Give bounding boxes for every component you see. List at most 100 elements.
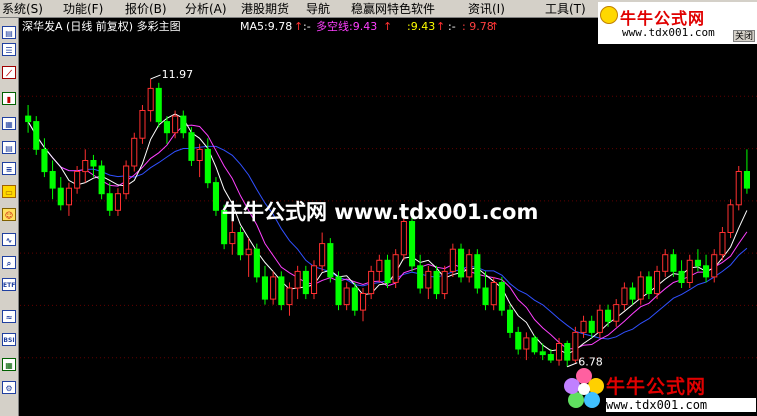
candle-body <box>147 87 154 112</box>
candle-body <box>507 309 514 333</box>
menu-analysis[interactable]: 分析(A) <box>185 1 227 17</box>
candle-body <box>703 265 710 278</box>
candle-body <box>400 221 407 256</box>
candle-body <box>458 248 465 278</box>
candle-body <box>25 115 32 123</box>
ma5-value: MA5:9.78 <box>240 20 293 33</box>
candle-body <box>74 171 81 189</box>
candle-body <box>384 259 391 284</box>
candle-body <box>376 259 383 272</box>
candle-body <box>523 337 530 350</box>
candle-body <box>335 276 342 306</box>
table-icon[interactable]: ▤ <box>2 141 16 154</box>
candle-body <box>498 282 505 311</box>
candle-body <box>245 248 252 256</box>
kline-icon[interactable]: ▮ <box>2 92 16 105</box>
candle-body <box>131 137 138 167</box>
candle-body <box>212 182 219 211</box>
candle-body <box>343 287 350 306</box>
candle-body <box>654 270 661 295</box>
stock-title: 深华发A (日线 前复权) 多彩主图 <box>22 20 181 33</box>
value-4: : 9.78 <box>462 20 494 33</box>
candle-body <box>645 276 653 294</box>
candle-body <box>686 259 693 284</box>
candle-body <box>719 232 726 256</box>
candle-body <box>360 293 367 311</box>
menu-system[interactable]: 系统(S) <box>2 1 43 17</box>
cow-logo-icon <box>600 6 618 24</box>
candle-body <box>270 276 277 300</box>
candle-body <box>57 187 64 206</box>
candle-body <box>580 320 587 333</box>
candle-body <box>327 243 334 278</box>
candle-body <box>33 121 40 150</box>
search-icon[interactable]: ⌕ <box>2 256 16 269</box>
bottom-watermark-url: www.tdx001.com <box>606 398 756 412</box>
candle-body <box>302 270 309 295</box>
menu-tools[interactable]: 工具(T) <box>545 1 586 17</box>
candle-body <box>547 354 554 361</box>
wave-icon[interactable]: ≈ <box>2 310 16 323</box>
candle-body <box>196 148 203 162</box>
flower-logo-icon <box>564 368 604 408</box>
app-window: 系统(S) 功能(F) 报价(B) 分析(A) 港股期货 导航 稳赢网特色软件 … <box>0 0 757 416</box>
candle-body <box>596 309 603 333</box>
candle-body <box>261 276 268 300</box>
line-chart-icon[interactable]: ⟋ <box>2 66 16 79</box>
document-icon[interactable]: ≡ <box>2 162 16 175</box>
candle-body <box>564 343 571 361</box>
candle-body <box>531 337 538 353</box>
settings-icon[interactable]: ⚙ <box>2 381 16 394</box>
menu-special-software[interactable]: 稳赢网特色软件 <box>351 1 435 17</box>
folder-icon[interactable]: ▭ <box>2 185 16 198</box>
stock-list-icon[interactable]: ☰ <box>2 43 16 56</box>
menu-quote[interactable]: 报价(B) <box>125 1 167 17</box>
value-3: :9.43 <box>407 20 436 33</box>
candle-body <box>311 265 318 295</box>
candle-body <box>425 270 432 289</box>
candle-body <box>433 270 440 295</box>
menu-hk-futures[interactable]: 港股期货 <box>241 1 289 17</box>
etf-icon[interactable]: ETF <box>2 278 16 291</box>
candle-body <box>572 331 579 361</box>
candle-body <box>613 304 620 322</box>
menu-function[interactable]: 功能(F) <box>63 1 103 17</box>
bsi-icon[interactable]: BSI <box>2 333 16 346</box>
candle-body <box>106 193 113 211</box>
multi-line-arrow: ↑ <box>383 20 393 33</box>
people-icon[interactable]: ☺ <box>2 208 16 221</box>
indicator-icon[interactable]: ∿ <box>2 233 16 246</box>
candle-body <box>49 171 56 189</box>
candle-body <box>588 320 595 333</box>
center-watermark: 牛牛公式网 www.tdx001.com <box>222 200 539 224</box>
candle-body <box>474 254 481 289</box>
grid-icon[interactable]: ▦ <box>2 358 16 371</box>
price-annotation: 11.97 <box>162 68 194 81</box>
candle-body <box>237 232 244 256</box>
candle-body <box>82 160 89 173</box>
candle-body <box>629 287 636 300</box>
candle-body <box>637 276 644 300</box>
candle-body <box>490 282 497 306</box>
candle-body <box>114 193 122 211</box>
candle-body <box>605 309 612 322</box>
candle-body <box>392 254 399 283</box>
menu-info[interactable]: 资讯(I) <box>468 1 505 17</box>
bottom-watermark-title: 牛牛公式网 <box>606 376 707 398</box>
candle-body <box>621 287 628 306</box>
menu-navigation[interactable]: 导航 <box>306 1 330 17</box>
candle-body <box>204 148 211 184</box>
candle-body <box>735 171 742 206</box>
quote-list-icon[interactable]: ▤ <box>2 26 16 39</box>
candle-body <box>278 276 285 306</box>
candle-body <box>449 248 456 272</box>
candle-body <box>65 187 73 206</box>
candle-body <box>229 232 236 245</box>
candle-body <box>670 254 677 272</box>
dash-2: :- <box>448 20 456 33</box>
candle-body <box>539 351 546 356</box>
candle-body <box>163 121 170 134</box>
candle-body <box>678 270 685 283</box>
report-icon[interactable]: ▦ <box>2 117 16 130</box>
candle-body <box>253 248 260 278</box>
